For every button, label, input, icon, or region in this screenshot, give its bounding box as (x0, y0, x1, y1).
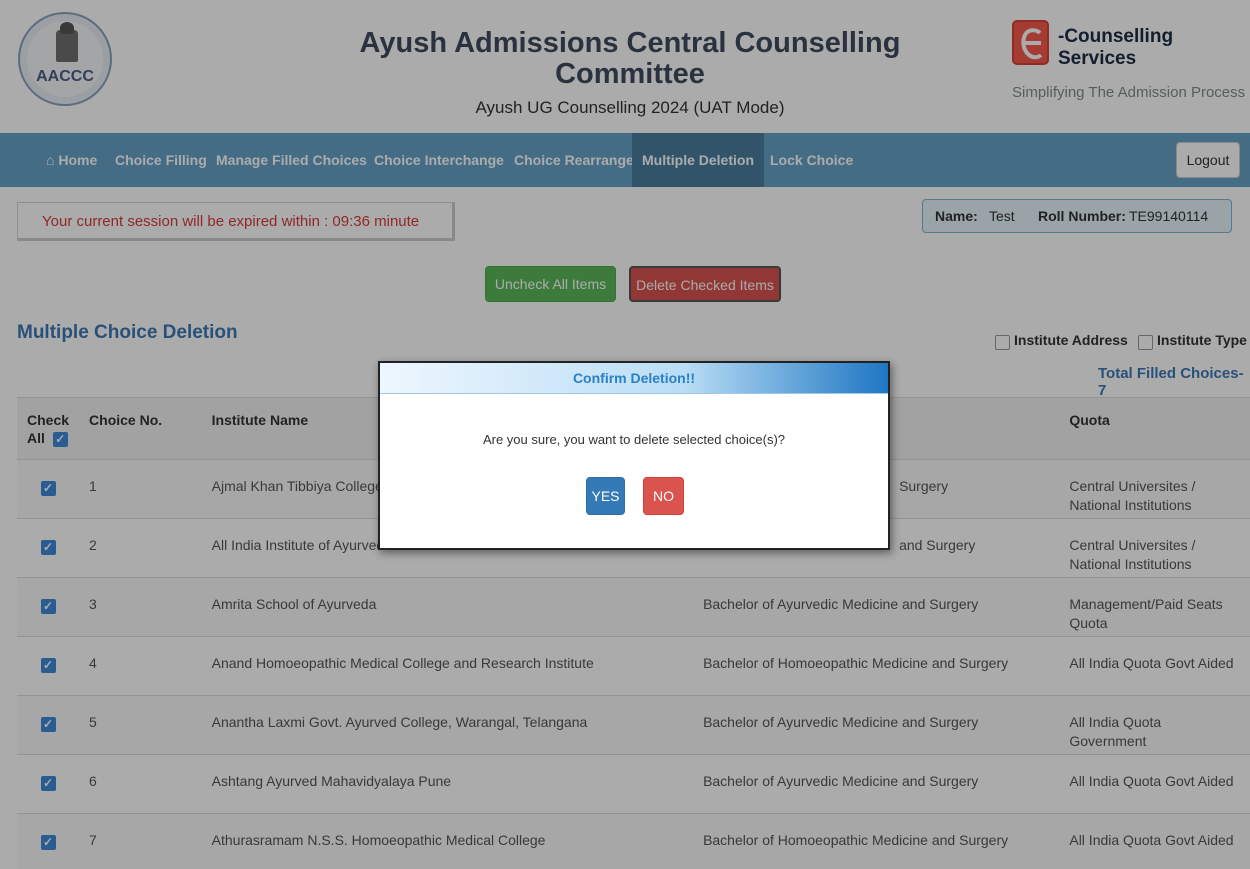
modal-message: Are you sure, you want to delete selecte… (482, 432, 786, 447)
modal-title: Confirm Deletion!! (380, 363, 888, 394)
confirm-yes-button[interactable]: YES (586, 477, 625, 515)
confirm-no-button[interactable]: NO (643, 477, 684, 515)
confirm-deletion-modal: Confirm Deletion!! Are you sure, you wan… (378, 361, 890, 550)
page: AACCC Ayush Admissions Central Counselli… (0, 0, 1250, 869)
